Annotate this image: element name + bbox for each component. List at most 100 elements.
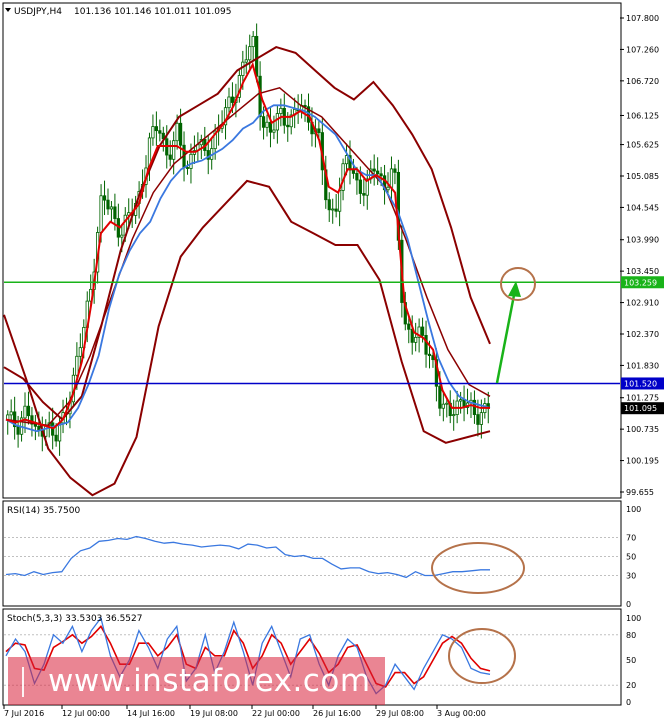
main-panel-frame	[2, 2, 622, 499]
level-label-support: 101.520	[624, 379, 657, 388]
candle-body	[172, 140, 176, 160]
y-tick-label: 107.800	[626, 14, 659, 23]
candle-body	[355, 173, 359, 181]
y-tick-label: 102.910	[626, 299, 659, 308]
candle-body	[113, 206, 117, 219]
y-tick-label: 102.370	[626, 330, 659, 339]
x-tick-label: 26 Jul 16:00	[313, 709, 361, 718]
candle-body	[99, 195, 103, 233]
y-tick-label: 101.830	[626, 361, 659, 370]
candle-body	[120, 234, 124, 238]
x-tick-label: 7 Jul 2016	[4, 709, 44, 718]
candle-body	[372, 168, 376, 172]
y-tick-label: 99.655	[626, 488, 654, 497]
candle-body	[407, 323, 411, 330]
candle-body	[358, 179, 362, 194]
candle-body	[109, 206, 114, 210]
chart-ohlc: 101.136 101.146 101.011 101.095	[74, 7, 231, 17]
x-tick-label: 19 Jul 08:00	[190, 709, 238, 718]
candle-body	[151, 126, 155, 139]
candle-body	[158, 130, 162, 134]
candle-body	[386, 186, 390, 191]
candle-body	[376, 170, 380, 175]
candle-body	[75, 355, 79, 376]
rsi-tick-label: 100	[626, 505, 641, 514]
candle-body	[106, 199, 110, 210]
candle-body	[189, 153, 193, 169]
chart-symbol: USDJPY,H4	[14, 7, 62, 17]
candle-body	[379, 173, 383, 177]
candle-body	[424, 335, 428, 355]
candle-body	[175, 122, 179, 142]
candle-body	[9, 411, 13, 416]
rsi-title: RSI(14) 35.7500	[7, 506, 80, 516]
rsi-tick-label: 0	[626, 600, 631, 609]
candle-body	[255, 35, 259, 77]
candle-body	[279, 107, 283, 114]
y-tick-label: 105.085	[626, 172, 659, 181]
candle-body	[414, 336, 418, 343]
x-tick-label: 14 Jul 16:00	[127, 709, 175, 718]
x-axis-layer: 7 Jul 2016 12 Jul 00:00 14 Jul 16:00 19 Jul…	[3, 705, 486, 718]
y-tick-label: 103.450	[626, 267, 659, 276]
x-tick-label: 22 Jul 00:00	[252, 709, 300, 718]
y-tick-label: 105.625	[626, 141, 659, 150]
candle-body	[230, 96, 235, 103]
rsi-tick-label: 70	[626, 534, 636, 543]
y-tick-label: 107.260	[626, 45, 659, 54]
candle-body	[317, 128, 321, 133]
candle-body	[362, 193, 366, 196]
stoch-tick-label: 0	[626, 698, 631, 707]
candle-body	[23, 405, 27, 419]
candle-body	[227, 96, 231, 109]
x-tick-label: 29 Jul 08:00	[376, 709, 424, 718]
candle-body	[476, 414, 480, 425]
candle-body	[327, 199, 331, 211]
watermark-logo-bracket	[22, 667, 30, 697]
candle-body	[286, 124, 290, 128]
candle-body	[261, 116, 266, 128]
y-tick-label: 106.720	[626, 77, 659, 86]
candle-body	[479, 412, 483, 425]
candle-body	[393, 168, 397, 173]
stoch-tick-label: 50	[626, 656, 636, 665]
y-tick-label: 100.735	[626, 425, 659, 434]
candle-body	[185, 167, 190, 169]
candle-body	[441, 403, 445, 409]
candle-body	[389, 168, 394, 188]
candle-body	[452, 414, 456, 417]
candle-body	[168, 154, 172, 160]
candle-body	[438, 385, 442, 409]
candle-body	[459, 399, 463, 402]
rsi-panel-frame	[2, 500, 622, 607]
chart-canvas: 103.259 101.520 101.095 100 70 50 30 0 100 80 50…	[2, 2, 664, 718]
rsi-tick-label: 30	[626, 572, 636, 581]
y-tick-label: 106.125	[626, 111, 659, 120]
watermark-banner: www.instaforex.com	[8, 657, 385, 705]
y-tick-label: 104.545	[626, 203, 659, 212]
candle-body	[16, 426, 20, 435]
x-tick-label: 3 Aug 00:00	[437, 709, 486, 718]
candle-body	[275, 113, 279, 131]
candle-body	[54, 434, 58, 442]
candle-body	[351, 169, 356, 174]
rsi-tick-label: 50	[626, 553, 636, 562]
stoch-tick-label: 100	[626, 614, 641, 623]
y-axis-layer: 107.800 107.260 106.720 106.125 105.625 105.0…	[620, 14, 659, 497]
candle-body	[248, 46, 252, 61]
candle-body	[178, 122, 183, 146]
level-label-current: 101.095	[624, 404, 657, 413]
candle-body	[420, 326, 425, 336]
candle-body	[251, 35, 255, 48]
candle-body	[344, 155, 349, 165]
stoch-title: Stoch(5,3,3) 33.5303 36.5527	[7, 614, 142, 624]
candle-body	[102, 195, 107, 201]
candle-body	[244, 59, 248, 63]
candle-body	[331, 208, 335, 211]
candle-body	[78, 347, 82, 357]
watermark-text: www.instaforex.com	[48, 663, 371, 699]
y-tick-label: 101.275	[626, 394, 659, 403]
candle-body	[26, 405, 31, 417]
level-label-resistance: 103.259	[624, 278, 657, 287]
candle-body	[154, 126, 158, 132]
